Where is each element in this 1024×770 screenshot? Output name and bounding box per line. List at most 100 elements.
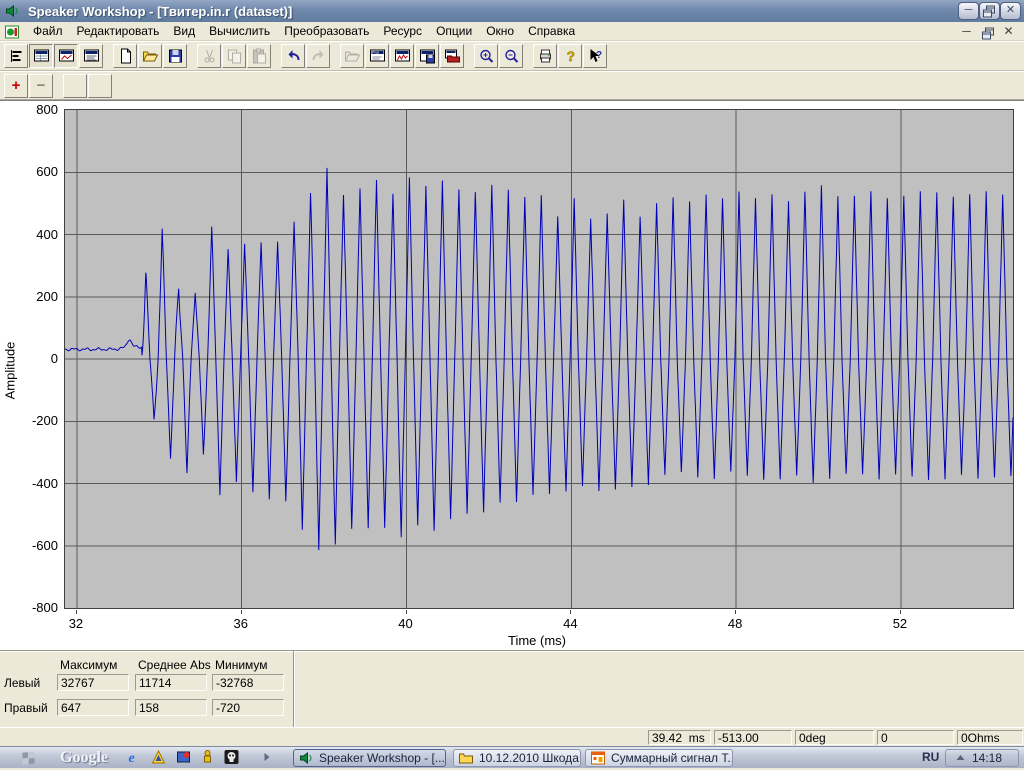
- blank-1-button[interactable]: [63, 73, 87, 98]
- cut-button[interactable]: [197, 44, 221, 68]
- chart-view-button[interactable]: [54, 44, 78, 68]
- y-tick-label: -400: [31, 475, 58, 491]
- restore-button[interactable]: [979, 2, 1000, 20]
- zoom-out-button[interactable]: [499, 44, 523, 68]
- taskbar-task-1[interactable]: Speaker Workshop - [...: [293, 749, 446, 767]
- copy-button[interactable]: [222, 44, 246, 68]
- save-chart-icon: [419, 48, 436, 64]
- stats-header: Максимум: [60, 658, 118, 672]
- tree-view-button[interactable]: [4, 44, 28, 68]
- quicklaunch-5-button[interactable]: [223, 749, 240, 765]
- google-toolbar[interactable]: Google: [60, 749, 108, 767]
- quicklaunch-4-button[interactable]: [199, 749, 216, 765]
- x-tick-label: 48: [727, 616, 743, 631]
- mdi-close-button[interactable]: ✕: [1001, 25, 1016, 38]
- menu-item-help[interactable]: Справка: [521, 22, 582, 40]
- x-tick-mark: [570, 610, 572, 614]
- redo-button[interactable]: [306, 44, 330, 68]
- import-button[interactable]: [340, 44, 364, 68]
- zoom-in-button[interactable]: [474, 44, 498, 68]
- svg-text:e: e: [129, 751, 135, 765]
- remove-button[interactable]: −: [29, 73, 53, 98]
- tree-view-icon: [8, 48, 25, 64]
- y-tick-label: 200: [36, 288, 58, 304]
- chart-panel: Amplitude 800 600 400 200 0 -200 -400 -600 -800 …: [0, 100, 1024, 650]
- status-cell: 0Ohms: [957, 730, 1023, 745]
- help-question-icon: ?: [562, 48, 579, 64]
- stats-value: -720: [212, 699, 284, 716]
- menu-item-resource[interactable]: Ресурс: [376, 22, 429, 40]
- toolbar-main: Prop??: [0, 41, 1024, 71]
- menu-item-window[interactable]: Окно: [479, 22, 521, 40]
- properties-button[interactable]: Prop: [365, 44, 389, 68]
- chart-view-icon: [58, 48, 75, 64]
- plot-area[interactable]: [64, 109, 1014, 609]
- copy-chart-button[interactable]: [415, 44, 439, 68]
- menu-item-edit[interactable]: Редактировать: [70, 22, 167, 40]
- menu-item-options[interactable]: Опции: [429, 22, 479, 40]
- export-button[interactable]: [440, 44, 464, 68]
- stats-value: -32768: [212, 674, 284, 691]
- datasheet-view-button[interactable]: [29, 44, 53, 68]
- svg-text:Prop: Prop: [372, 51, 379, 55]
- blank-2-button[interactable]: [88, 73, 112, 98]
- y-axis-title: Amplitude: [2, 341, 18, 400]
- new-document-icon: [117, 48, 134, 64]
- menu-items: Файл Редактировать Вид Вычислить Преобразова…: [26, 22, 582, 40]
- x-tick-label: 44: [563, 616, 578, 631]
- arrow-small-icon: [952, 750, 969, 766]
- quicklaunch-2-button[interactable]: [150, 749, 167, 765]
- quicklaunch-3-button[interactable]: [175, 749, 192, 765]
- stats-panel: Максимум Среднее Abs Минимум Левый 32767 1171…: [0, 650, 1024, 728]
- toolbar-secondary: + −: [0, 71, 1024, 100]
- help-button[interactable]: ?: [558, 44, 582, 68]
- chart-orange-icon: [590, 750, 607, 766]
- start-button[interactable]: [20, 749, 37, 765]
- panel-splitter[interactable]: [293, 651, 295, 728]
- y-tick-label: 0: [50, 351, 58, 366]
- open-button[interactable]: [138, 44, 162, 68]
- stats-value: 158: [135, 699, 207, 716]
- quicklaunch-expand-button[interactable]: [258, 749, 275, 765]
- window-title: Speaker Workshop - [Твитер.in.r (dataset…: [28, 3, 293, 19]
- x-tick-mark: [75, 610, 77, 614]
- paste-button[interactable]: [247, 44, 271, 68]
- undo-arrow-icon: [285, 48, 302, 64]
- mdi-restore-button[interactable]: [980, 25, 995, 39]
- menu-bar: Файл Редактировать Вид Вычислить Преобразова…: [0, 22, 1024, 41]
- stats-header: Минимум: [215, 658, 268, 672]
- add-glyph: +: [11, 77, 21, 94]
- stats-value: 32767: [57, 674, 129, 691]
- context-help-button[interactable]: ?: [583, 44, 607, 68]
- copy-pages-icon: [226, 48, 243, 64]
- language-indicator[interactable]: RU: [922, 750, 939, 764]
- chart-button[interactable]: [390, 44, 414, 68]
- menu-item-calculate[interactable]: Вычислить: [202, 22, 277, 40]
- save-button[interactable]: [163, 44, 187, 68]
- y-tick-label: -200: [31, 413, 58, 429]
- quicklaunch-1-button[interactable]: e: [126, 749, 143, 766]
- menu-item-file[interactable]: Файл: [26, 22, 70, 40]
- mdi-minimize-button[interactable]: ─: [959, 25, 974, 38]
- taskbar-task-2[interactable]: 10.12.2010 Шкода С...: [453, 749, 581, 767]
- print-button[interactable]: [533, 44, 557, 68]
- menu-item-transform[interactable]: Преобразовать: [277, 22, 376, 40]
- document-icon: [4, 24, 20, 39]
- status-cell: 39.42 ms: [648, 730, 711, 745]
- report-view-button[interactable]: [79, 44, 103, 68]
- x-tick-label: 52: [892, 616, 908, 631]
- menu-item-view[interactable]: Вид: [166, 22, 202, 40]
- taskbar-task-3[interactable]: Суммарный сигнал Т...: [585, 749, 733, 767]
- status-cell: 0: [877, 730, 954, 745]
- y-tick-label: 400: [36, 226, 58, 242]
- undo-button[interactable]: [281, 44, 305, 68]
- system-tray[interactable]: 14:18: [945, 749, 1019, 767]
- new-button[interactable]: [113, 44, 137, 68]
- close-button[interactable]: ✕: [1000, 2, 1021, 20]
- add-button[interactable]: +: [4, 73, 28, 98]
- task-label: Суммарный сигнал Т...: [611, 751, 733, 765]
- x-tick-label: 36: [233, 616, 248, 631]
- skull-icon: [223, 749, 240, 765]
- status-bar: 39.42 ms -513.00 0deg 0 0Ohms: [0, 727, 1024, 746]
- minimize-button[interactable]: ─: [958, 2, 979, 20]
